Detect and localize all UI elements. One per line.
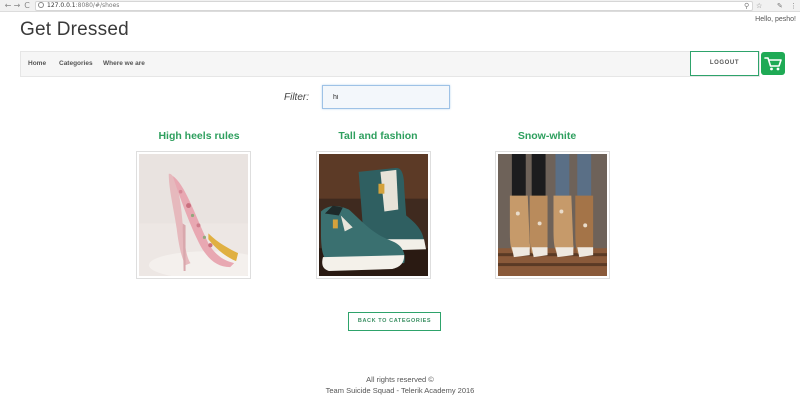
sneakers-photo	[319, 154, 428, 276]
product-image-snow-white[interactable]	[495, 151, 610, 279]
forward-arrow-icon[interactable]: →	[12, 1, 22, 11]
filter-label: Filter:	[284, 92, 309, 103]
browser-toolbar: ← → C 127.0.0.1:8080/#/shoes ⚲ ☆ ✎ ⋮	[0, 0, 800, 12]
info-icon[interactable]	[38, 2, 44, 8]
url-host: 127.0.0.1	[47, 2, 76, 9]
filter-input[interactable]	[322, 85, 450, 109]
address-bar[interactable]: 127.0.0.1:8080/#/shoes	[35, 1, 753, 11]
shopping-cart-icon	[764, 57, 782, 71]
product-image-high-heels[interactable]	[136, 151, 251, 279]
logout-button[interactable]: LOGOUT	[690, 51, 759, 76]
url-path: :8080/#/shoes	[75, 2, 120, 9]
zoom-icon[interactable]: ⚲	[744, 1, 749, 11]
back-to-categories-button[interactable]: BACK TO CATEGORIES	[348, 312, 441, 331]
high-heels-photo	[139, 154, 248, 276]
product-image-tall-fashion[interactable]	[316, 151, 431, 279]
menu-dots-icon[interactable]: ⋮	[790, 1, 797, 11]
product-title[interactable]: High heels rules	[139, 130, 259, 142]
reload-icon[interactable]: C	[22, 1, 32, 11]
nav-item-categories[interactable]: Categories	[59, 60, 93, 67]
site-logo[interactable]: Get Dressed	[20, 19, 129, 41]
footer-credits: Team Suicide Squad - Telerik Academy 201…	[325, 386, 475, 395]
user-greeting: Hello, pesho!	[755, 16, 796, 23]
boots-photo	[498, 154, 607, 276]
main-navbar: Home Categories Where we are	[20, 51, 760, 77]
product-title[interactable]: Tall and fashion	[318, 130, 438, 142]
product-title[interactable]: Snow-white	[487, 130, 607, 142]
cart-button[interactable]	[761, 52, 785, 75]
extension-icon[interactable]: ✎	[777, 1, 783, 11]
footer-copyright: All rights reserved ©	[366, 375, 434, 384]
bookmark-star-icon[interactable]: ☆	[756, 1, 762, 11]
nav-item-home[interactable]: Home	[28, 60, 46, 67]
nav-item-where-we-are[interactable]: Where we are	[103, 60, 145, 67]
